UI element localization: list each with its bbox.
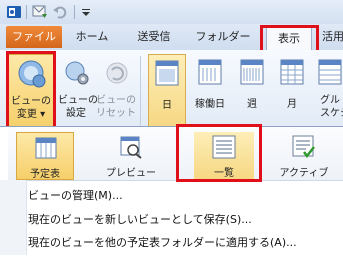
calendar-view-option[interactable]: 予定表 <box>16 132 74 180</box>
menu-icon-gutter <box>0 180 27 255</box>
schedule-view-button[interactable]: グル スケジ <box>314 54 343 130</box>
highlight-list-view <box>176 124 262 182</box>
view-settings-label: ビューの 設定 <box>58 95 98 119</box>
tab-file[interactable]: ファイル <box>6 26 62 48</box>
week-label: 週 <box>247 99 257 110</box>
month-icon <box>280 58 304 90</box>
reset-view-icon <box>104 60 130 90</box>
work-week-label: 稼働日 <box>195 99 225 110</box>
week-button[interactable]: 週 <box>234 54 270 130</box>
active-view-icon <box>292 135 316 163</box>
preview-view-label: プレビュー <box>106 168 156 179</box>
highlight-change-view <box>6 51 56 129</box>
outlook-icon <box>6 4 22 20</box>
view-settings-icon <box>64 60 90 90</box>
separator <box>74 5 75 19</box>
preview-view-icon <box>120 135 142 163</box>
manage-views-item[interactable]: ビューの管理(M)... <box>28 186 123 206</box>
day-view-button[interactable]: 日 <box>148 54 186 130</box>
schedule-label: グル スケジ <box>320 95 343 119</box>
reset-view-button: ビューの リセット <box>96 54 136 130</box>
month-button[interactable]: 月 <box>274 54 310 130</box>
customize-qat-icon[interactable] <box>78 4 94 20</box>
month-label: 月 <box>287 99 297 110</box>
send-receive-icon[interactable] <box>32 4 48 20</box>
schedule-icon <box>318 58 342 90</box>
separator <box>140 56 141 126</box>
day-label: 日 <box>162 100 172 111</box>
calendar-view-label: 予定表 <box>30 169 60 180</box>
calendar-view-icon <box>35 136 57 164</box>
tab-home[interactable]: ホーム <box>70 26 114 48</box>
tab-send-receive[interactable]: 送受信 <box>126 26 182 48</box>
save-as-new-view-item[interactable]: 現在のビューを新しいビューとして保存(S)... <box>28 210 252 230</box>
title-bar <box>0 0 343 24</box>
work-week-icon <box>198 58 222 90</box>
week-icon <box>240 58 264 90</box>
active-view-option[interactable]: アクティブ <box>274 132 334 180</box>
tab-folder[interactable]: フォルダー <box>194 26 252 48</box>
separator <box>26 5 27 19</box>
apply-view-to-other-folders-item[interactable]: 現在のビューを他の予定表フォルダーに適用する(A)... <box>28 233 297 253</box>
undo-icon[interactable] <box>52 4 68 20</box>
reset-view-label: ビューの リセット <box>96 95 136 119</box>
tab-more[interactable]: 活用 <box>322 26 343 48</box>
work-week-button[interactable]: 稼働日 <box>190 54 230 130</box>
day-calendar-icon <box>155 59 179 91</box>
view-settings-button[interactable]: ビューの 設定 <box>58 54 98 130</box>
preview-view-option[interactable]: プレビュー <box>100 132 162 180</box>
active-view-label: アクティブ <box>279 168 329 179</box>
